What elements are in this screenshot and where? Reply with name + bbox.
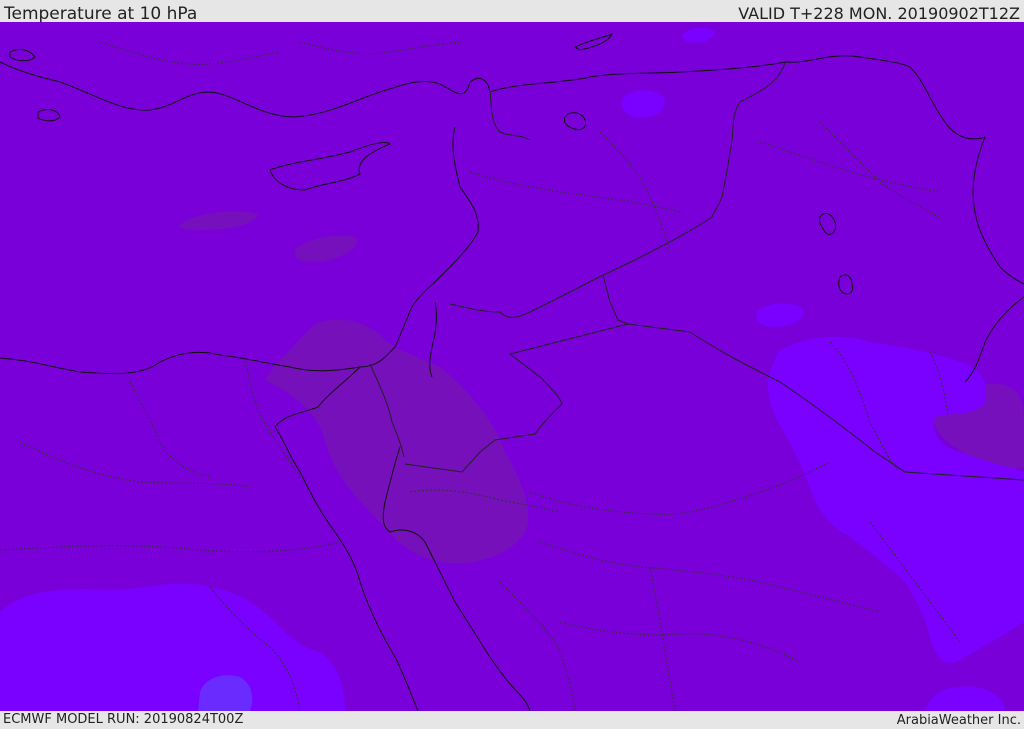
map-title: Temperature at 10 hPa [4,4,198,24]
valid-time: VALID T+228 MON. 20190902T12Z [738,4,1020,23]
header-bar: Temperature at 10 hPa VALID T+228 MON. 2… [0,0,1024,24]
footer-bar: ECMWF MODEL RUN: 20190824T00Z ArabiaWeat… [0,711,1024,729]
map-canvas [0,22,1024,711]
credit-label: ArabiaWeather Inc. [896,713,1021,728]
model-run-label: ECMWF MODEL RUN: 20190824T00Z [3,712,244,727]
temperature-map[interactable] [0,22,1024,711]
